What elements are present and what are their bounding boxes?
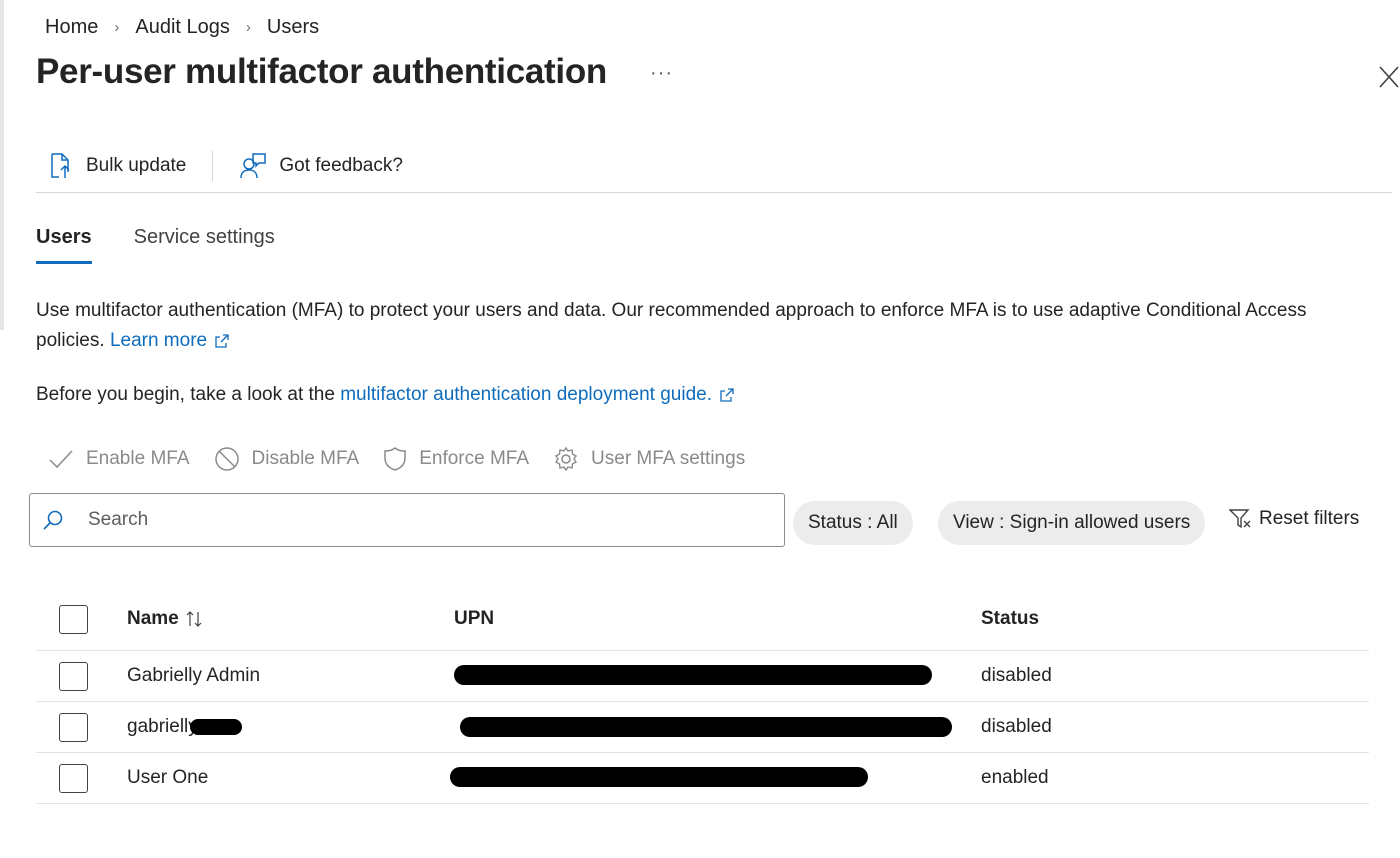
users-table: Name UPN Status Gabrielly Admin disabled… bbox=[36, 588, 1369, 804]
close-icon bbox=[1379, 66, 1399, 88]
learn-more-label: Learn more bbox=[109, 330, 208, 351]
reset-filters-label: Reset filters bbox=[1259, 508, 1360, 529]
learn-more-link[interactable]: Learn more bbox=[110, 330, 229, 351]
enforce-mfa-button[interactable]: Enforce MFA bbox=[371, 446, 541, 472]
table-row[interactable]: User One enabled bbox=[36, 753, 1369, 804]
table-row[interactable]: Gabrielly Admin disabled bbox=[36, 651, 1369, 702]
upn-column-header[interactable]: UPN bbox=[454, 588, 984, 650]
user-status: disabled bbox=[981, 716, 1052, 737]
search-input[interactable] bbox=[86, 508, 730, 532]
user-name: gabrielly bbox=[127, 702, 242, 752]
chevron-right-icon: › bbox=[245, 18, 251, 36]
row-checkbox[interactable] bbox=[59, 661, 88, 691]
guide-prefix: Before you begin, take a look at the bbox=[36, 384, 335, 405]
enable-mfa-label: Enable MFA bbox=[86, 448, 190, 469]
close-button[interactable] bbox=[1378, 64, 1400, 90]
block-icon bbox=[214, 447, 239, 471]
breadcrumb-home[interactable]: Home bbox=[45, 16, 98, 39]
status-filter-pill[interactable]: Status : All bbox=[793, 501, 913, 545]
search-icon bbox=[43, 510, 63, 530]
name-column-header[interactable]: Name bbox=[127, 588, 203, 650]
deployment-guide-link[interactable]: multifactor authentication deployment gu… bbox=[340, 384, 734, 405]
enforce-mfa-label: Enforce MFA bbox=[419, 448, 530, 469]
command-divider bbox=[212, 151, 214, 181]
enable-mfa-button[interactable]: Enable MFA bbox=[36, 448, 202, 470]
feedback-icon bbox=[240, 153, 267, 179]
redaction-mark bbox=[454, 665, 932, 685]
bulk-update-button[interactable]: Bulk update bbox=[36, 152, 198, 180]
tab-service-settings[interactable]: Service settings bbox=[134, 220, 275, 264]
name-column-label: Name bbox=[127, 608, 179, 629]
shield-icon bbox=[384, 447, 406, 471]
breadcrumb-users[interactable]: Users bbox=[267, 16, 319, 39]
sort-arrows-icon bbox=[186, 611, 202, 627]
checkmark-icon bbox=[49, 450, 73, 469]
tab-list: Users Service settings bbox=[36, 220, 317, 264]
user-name-text: gabrielly bbox=[127, 716, 198, 737]
feedback-label: Got feedback? bbox=[279, 155, 403, 176]
command-bar: Bulk update Got feedback? bbox=[36, 140, 1392, 193]
reset-filters-button[interactable]: Reset filters bbox=[1229, 508, 1359, 530]
mfa-description: Use multifactor authentication (MFA) to … bbox=[36, 296, 1366, 356]
view-filter-pill[interactable]: View : Sign-in allowed users bbox=[938, 501, 1206, 545]
user-name: User One bbox=[127, 767, 209, 788]
bulk-update-icon bbox=[51, 153, 70, 178]
user-status: disabled bbox=[981, 665, 1052, 686]
redaction-mark bbox=[460, 717, 952, 737]
disable-mfa-button[interactable]: Disable MFA bbox=[202, 446, 372, 472]
user-upn bbox=[454, 702, 984, 752]
chevron-right-icon: › bbox=[114, 18, 120, 36]
table-header-row: Name UPN Status bbox=[36, 588, 1369, 651]
user-status: enabled bbox=[981, 767, 1049, 788]
select-all-checkbox[interactable] bbox=[59, 604, 88, 634]
redaction-mark bbox=[450, 767, 868, 787]
user-mfa-settings-button[interactable]: User MFA settings bbox=[541, 446, 757, 472]
bulk-update-label: Bulk update bbox=[86, 155, 187, 176]
user-upn bbox=[454, 651, 984, 701]
filter-reset-icon bbox=[1229, 509, 1251, 529]
feedback-button[interactable]: Got feedback? bbox=[227, 152, 415, 180]
search-box bbox=[29, 493, 785, 547]
disable-mfa-label: Disable MFA bbox=[251, 448, 360, 469]
row-checkbox[interactable] bbox=[59, 763, 88, 793]
user-upn bbox=[450, 753, 984, 803]
gear-icon bbox=[555, 446, 578, 472]
breadcrumb-audit-logs[interactable]: Audit Logs bbox=[135, 16, 230, 39]
redaction-mark bbox=[189, 719, 242, 735]
table-row[interactable]: gabrielly disabled bbox=[36, 702, 1369, 753]
more-options-button[interactable]: ··· bbox=[650, 62, 673, 85]
external-link-icon bbox=[215, 334, 229, 348]
deployment-guide-label: multifactor authentication deployment gu… bbox=[340, 384, 712, 405]
page-title: Per-user multifactor authentication bbox=[36, 52, 607, 91]
tab-users[interactable]: Users bbox=[36, 220, 92, 264]
status-column-header[interactable]: Status bbox=[981, 588, 1039, 650]
user-name: Gabrielly Admin bbox=[127, 665, 261, 686]
external-link-icon bbox=[720, 388, 734, 402]
breadcrumb: Home › Audit Logs › Users bbox=[45, 12, 319, 42]
user-mfa-settings-label: User MFA settings bbox=[591, 448, 746, 469]
left-edge-scrollbar bbox=[0, 0, 4, 330]
row-checkbox[interactable] bbox=[59, 712, 88, 742]
deployment-guide-text: Before you begin, take a look at the mul… bbox=[36, 380, 734, 410]
mfa-action-toolbar: Enable MFA Disable MFA Enforce MFA User … bbox=[36, 440, 757, 478]
